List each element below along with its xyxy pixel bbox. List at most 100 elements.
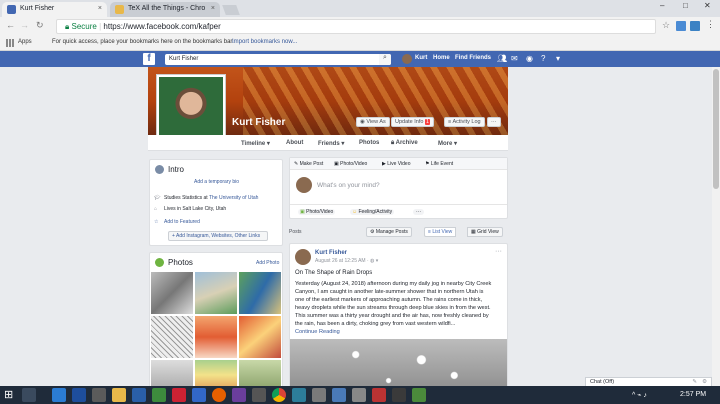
chevron-down-icon[interactable]: ▾: [556, 54, 560, 63]
tab-timeline[interactable]: Timeline ▾: [241, 140, 270, 147]
app-icon[interactable]: [412, 388, 426, 402]
activity-log-button[interactable]: ≡ Activity Log: [444, 117, 485, 127]
tab-about[interactable]: About: [286, 140, 303, 146]
messages-icon[interactable]: ✉: [511, 54, 518, 63]
profile-link[interactable]: Kurt: [415, 55, 427, 61]
new-tab-button[interactable]: [222, 5, 240, 15]
app-icon[interactable]: [152, 388, 166, 402]
firefox-icon[interactable]: [212, 388, 226, 402]
minimize-icon[interactable]: –: [660, 1, 664, 10]
profile-name[interactable]: Kurt Fisher: [232, 117, 285, 128]
app-icon[interactable]: [52, 388, 66, 402]
extension-icon-2[interactable]: [690, 21, 700, 31]
photo-thumbnail[interactable]: [195, 272, 237, 314]
url-field[interactable]: 🔒︎ Secure | https://www.facebook.com/kaf…: [56, 19, 656, 34]
post-options-button[interactable]: ···: [495, 248, 502, 255]
photo-thumbnail[interactable]: [239, 316, 281, 358]
tray-icons[interactable]: ^ ⌁ ♪: [632, 391, 647, 399]
update-info-button[interactable]: Update Info 1: [391, 117, 435, 127]
clock[interactable]: 2:57 PM: [680, 391, 706, 398]
add-photo-link[interactable]: Add Photo: [256, 260, 279, 266]
app-icon[interactable]: [332, 388, 346, 402]
composer-input[interactable]: What's on your mind?: [317, 182, 380, 189]
avatar[interactable]: [295, 249, 311, 265]
extension-icon[interactable]: [676, 21, 686, 31]
more-options-button[interactable]: ···: [487, 117, 501, 127]
home-link[interactable]: Home: [433, 55, 450, 61]
apps-icon[interactable]: [6, 39, 14, 47]
add-featured-link[interactable]: Add to Featured: [164, 219, 200, 225]
tab-photos[interactable]: Photos: [359, 140, 379, 146]
life-event-action[interactable]: ⚑ Life Event: [425, 161, 453, 167]
photo-thumbnail[interactable]: [151, 316, 193, 358]
compose-icon[interactable]: ✎: [692, 379, 697, 385]
app-icon[interactable]: [132, 388, 146, 402]
tab-archive[interactable]: 🔒︎ Archive: [391, 140, 418, 147]
close-icon[interactable]: ×: [98, 5, 102, 12]
photo-video-button[interactable]: ▣ Photo/Video: [298, 209, 336, 215]
post-image[interactable]: [290, 339, 507, 387]
avatar[interactable]: [402, 54, 412, 64]
make-post-action[interactable]: ✎ Make Post: [294, 161, 323, 167]
help-icon[interactable]: ?: [541, 54, 545, 63]
live-video-action[interactable]: ▶ Live Video: [382, 161, 411, 167]
add-bio-link[interactable]: Add a temporary bio: [194, 179, 239, 185]
grid-view-button[interactable]: ▦ Grid View: [467, 227, 503, 237]
reload-icon[interactable]: ↻: [36, 20, 44, 31]
app-icon[interactable]: [252, 388, 266, 402]
lock-icon: 🔒︎: [65, 22, 70, 31]
apps-link[interactable]: Apps: [18, 39, 32, 45]
app-icon[interactable]: [392, 388, 406, 402]
menu-icon[interactable]: ⋮: [706, 19, 715, 30]
import-bookmarks-link[interactable]: Import bookmarks now...: [232, 39, 297, 45]
search-input[interactable]: Kurt Fisher: [165, 54, 391, 65]
task-view-icon[interactable]: [22, 388, 36, 402]
photo-thumbnail[interactable]: [195, 316, 237, 358]
photo-thumbnail[interactable]: [239, 272, 281, 314]
app-icon[interactable]: [92, 388, 106, 402]
photo-video-action[interactable]: ▣ Photo/Video: [334, 161, 367, 167]
tab-tex[interactable]: TeX All the Things - Chro ×: [110, 2, 220, 17]
star-icon[interactable]: ☆: [662, 20, 670, 31]
app-icon[interactable]: [352, 388, 366, 402]
maximize-icon[interactable]: □: [683, 1, 688, 10]
app-icon[interactable]: [72, 388, 86, 402]
close-icon[interactable]: ×: [211, 5, 215, 12]
more-composer-button[interactable]: ···: [413, 209, 424, 215]
tab-kurt-fisher[interactable]: Kurt Fisher ×: [2, 2, 107, 17]
gear-icon[interactable]: ⚙: [702, 379, 707, 385]
folder-icon[interactable]: [112, 388, 126, 402]
forward-icon[interactable]: →: [20, 20, 29, 30]
post-timestamp[interactable]: August 26 at 12:25 AM · ◍ ▾: [315, 258, 378, 264]
windows-start-icon[interactable]: ⊞: [4, 388, 18, 402]
friend-requests-icon[interactable]: 👥︎: [497, 54, 507, 63]
app-icon[interactable]: [372, 388, 386, 402]
notifications-icon[interactable]: ◉: [526, 54, 533, 63]
photo-thumbnail[interactable]: [151, 272, 193, 314]
facebook-logo-icon[interactable]: f: [143, 53, 155, 65]
chat-label: Chat (Off): [590, 379, 615, 385]
tab-friends[interactable]: Friends ▾: [318, 140, 344, 147]
back-icon[interactable]: ←: [6, 20, 15, 30]
view-as-button[interactable]: ◉ View As: [356, 117, 390, 127]
manage-posts-button[interactable]: ⚙ Manage Posts: [366, 227, 412, 237]
app-icon[interactable]: [292, 388, 306, 402]
app-icon[interactable]: [232, 388, 246, 402]
scrollbar-thumb[interactable]: [713, 69, 719, 189]
chrome-icon[interactable]: [272, 388, 286, 402]
continue-reading-link[interactable]: Continue Reading: [295, 328, 505, 336]
add-links-button[interactable]: + Add Instagram, Websites, Other Links: [168, 231, 268, 241]
post-card: Kurt Fisher August 26 at 12:25 AM · ◍ ▾ …: [289, 243, 508, 388]
post-author[interactable]: Kurt Fisher: [315, 250, 347, 256]
app-icon[interactable]: [172, 388, 186, 402]
find-friends-link[interactable]: Find Friends: [455, 55, 491, 61]
feeling-activity-button[interactable]: ☺ Feeling/Activity: [350, 209, 395, 215]
close-window-icon[interactable]: ✕: [704, 1, 711, 10]
tab-more[interactable]: More ▾: [438, 140, 457, 147]
list-view-button[interactable]: ≡ List View: [424, 227, 457, 237]
page-scrollbar[interactable]: [712, 67, 720, 386]
app-icon[interactable]: [312, 388, 326, 402]
app-icon[interactable]: [192, 388, 206, 402]
search-icon[interactable]: ⌕: [379, 54, 391, 65]
school-link[interactable]: The University of Utah: [209, 195, 258, 201]
